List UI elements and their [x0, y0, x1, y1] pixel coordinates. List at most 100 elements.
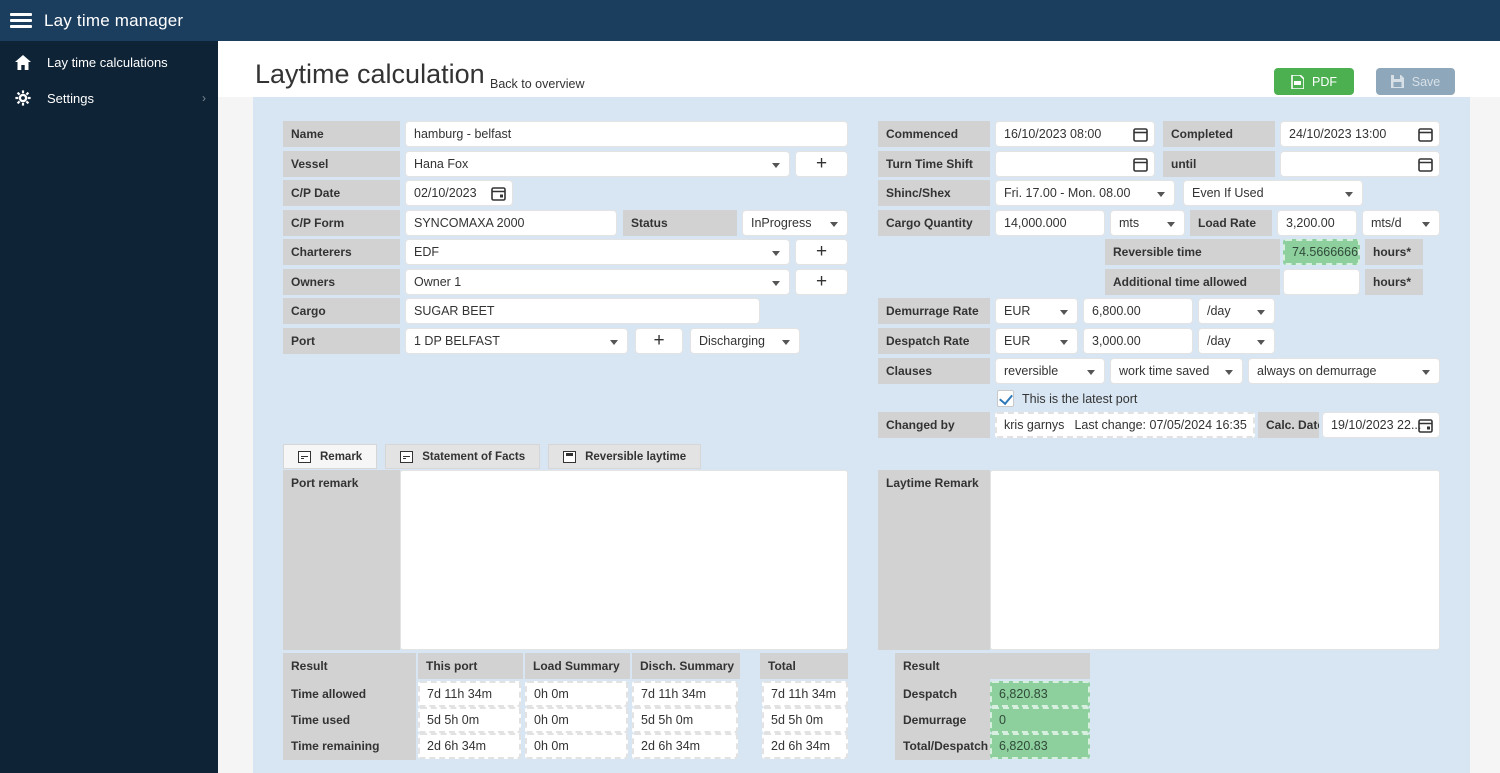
- time-remaining-load: 0h 0m: [525, 733, 628, 759]
- add-charterer-button[interactable]: +: [795, 239, 848, 265]
- latest-port-checkbox[interactable]: [997, 390, 1014, 407]
- cargo-input[interactable]: SUGAR BEET: [405, 298, 760, 324]
- changed-by-value: kris garnys Last change: 07/05/2024 16:3…: [995, 412, 1255, 438]
- shinc-shex-select[interactable]: Fri. 17.00 - Mon. 08.00: [995, 180, 1175, 206]
- time-used-load: 0h 0m: [525, 707, 628, 733]
- home-icon: [14, 53, 32, 71]
- app-root: Lay time manager Lay time calculations S…: [0, 0, 1500, 773]
- save-floppy-icon: [1390, 75, 1404, 88]
- reversible-time-unit: hours*: [1365, 239, 1423, 265]
- plus-icon: +: [815, 153, 828, 174]
- page-title: Laytime calculation: [255, 59, 485, 89]
- cargo-quantity-input[interactable]: 14,000.000: [995, 210, 1105, 236]
- vessel-select[interactable]: Hana Fox: [405, 151, 790, 177]
- cargo-quantity-unit-select[interactable]: mts: [1110, 210, 1185, 236]
- col-total: Total: [760, 653, 848, 679]
- cp-date-label: C/P Date: [283, 180, 400, 206]
- until-input[interactable]: [1280, 151, 1440, 177]
- vessel-label: Vessel: [283, 151, 400, 177]
- latest-port-row: This is the latest port: [997, 390, 1137, 407]
- sidebar-item-settings[interactable]: Settings ›: [0, 83, 218, 113]
- clauses-worktime-select[interactable]: work time saved: [1110, 358, 1243, 384]
- back-to-overview-link[interactable]: Back to overview: [490, 77, 584, 91]
- reversible-time-value: 74.56666666: [1283, 239, 1360, 265]
- demurrage-result: 0: [990, 707, 1090, 733]
- demurrage-rate-input[interactable]: 6,800.00: [1083, 298, 1193, 324]
- calc-date-input[interactable]: 19/10/2023 22...: [1322, 412, 1440, 438]
- status-select[interactable]: InProgress: [742, 210, 848, 236]
- owners-label: Owners: [283, 269, 400, 295]
- row-label: Time remaining: [291, 739, 380, 753]
- remark-tab-icon: [298, 450, 311, 463]
- despatch-rate-input[interactable]: 3,000.00: [1083, 328, 1193, 354]
- latest-port-label: This is the latest port: [1022, 391, 1138, 406]
- shinc-shex-label: Shinc/Shex: [878, 180, 990, 206]
- sidebar-item-label: Settings: [47, 90, 94, 106]
- additional-time-unit: hours*: [1365, 269, 1423, 295]
- add-vessel-button[interactable]: +: [795, 151, 848, 177]
- owners-select[interactable]: Owner 1: [405, 269, 790, 295]
- calendar-icon[interactable]: [491, 186, 506, 201]
- name-label: Name: [283, 121, 400, 147]
- plus-icon: +: [653, 330, 665, 351]
- reversible-time-label: Reversible time: [1105, 239, 1280, 265]
- time-allowed-disch: 7d 11h 34m: [632, 681, 738, 707]
- cp-form-label: C/P Form: [283, 210, 400, 236]
- calendar-icon[interactable]: [1133, 157, 1148, 172]
- even-if-used-select[interactable]: Even If Used: [1183, 180, 1363, 206]
- despatch-currency-select[interactable]: EUR: [995, 328, 1078, 354]
- plus-icon: +: [815, 241, 828, 262]
- gear-icon: [14, 89, 32, 107]
- tab-remark[interactable]: Remark: [283, 444, 378, 469]
- calendar-icon[interactable]: [1418, 418, 1433, 433]
- completed-input[interactable]: 24/10/2023 13:00: [1280, 121, 1440, 147]
- time-remaining-this-port: 2d 6h 34m: [418, 733, 521, 759]
- additional-time-input[interactable]: [1283, 269, 1360, 295]
- calendar-icon[interactable]: [1418, 127, 1433, 142]
- page-header: Laytime calculation Back to overview PDF…: [218, 41, 1500, 97]
- status-label: Status: [623, 210, 737, 236]
- clauses-demurrage-select[interactable]: always on demurrage: [1248, 358, 1440, 384]
- row-label: Time allowed: [291, 687, 367, 701]
- remark-tabs: Remark Statement of Facts Reversible lay…: [283, 444, 702, 469]
- charterers-select[interactable]: EDF: [405, 239, 790, 265]
- calendar-icon[interactable]: [1418, 157, 1433, 172]
- time-used-total: 5d 5h 0m: [762, 707, 848, 733]
- load-rate-unit-select[interactable]: mts/d: [1362, 210, 1440, 236]
- time-allowed-load: 0h 0m: [525, 681, 628, 707]
- turn-time-shift-input[interactable]: [995, 151, 1155, 177]
- calendar-icon[interactable]: [1133, 127, 1148, 142]
- cp-form-input[interactable]: SYNCOMAXA 2000: [405, 210, 617, 236]
- tab-statement-of-facts[interactable]: Statement of Facts: [385, 444, 541, 469]
- row-label: Despatch: [903, 687, 958, 701]
- top-navbar: Lay time manager: [0, 0, 1500, 41]
- port-select[interactable]: 1 DP BELFAST: [405, 328, 628, 354]
- results-right-title: Result: [895, 653, 1090, 679]
- sidebar-item-label: Lay time calculations: [47, 54, 168, 70]
- row-label: Demurrage: [903, 713, 967, 727]
- sidebar: Lay time calculations Settings ›: [0, 41, 218, 773]
- row-label: Total/Despatch: [903, 739, 989, 753]
- name-input[interactable]: hamburg - belfast: [405, 121, 848, 147]
- cp-date-input[interactable]: 02/10/2023: [405, 180, 513, 206]
- save-button[interactable]: Save: [1376, 68, 1455, 95]
- charterers-label: Charterers: [283, 239, 400, 265]
- load-rate-label: Load Rate: [1190, 210, 1272, 236]
- laytime-remark-textarea[interactable]: [990, 470, 1440, 650]
- time-allowed-this-port: 7d 11h 34m: [418, 681, 521, 707]
- total-despatch-result: 6,820.83: [990, 733, 1090, 759]
- tab-reversible-laytime[interactable]: Reversible laytime: [548, 444, 702, 469]
- demurrage-currency-select[interactable]: EUR: [995, 298, 1078, 324]
- pdf-button[interactable]: PDF: [1274, 68, 1354, 95]
- port-mode-select[interactable]: Discharging: [690, 328, 800, 354]
- commenced-input[interactable]: 16/10/2023 08:00: [995, 121, 1155, 147]
- clauses-reversible-select[interactable]: reversible: [995, 358, 1105, 384]
- add-port-button[interactable]: +: [635, 328, 683, 354]
- hamburger-menu-icon[interactable]: [10, 13, 32, 28]
- despatch-per-select[interactable]: /day: [1198, 328, 1275, 354]
- load-rate-input[interactable]: 3,200.00: [1277, 210, 1357, 236]
- add-owner-button[interactable]: +: [795, 269, 848, 295]
- port-remark-textarea[interactable]: [400, 470, 848, 650]
- sidebar-item-laytime-calculations[interactable]: Lay time calculations: [0, 47, 218, 77]
- demurrage-per-select[interactable]: /day: [1198, 298, 1275, 324]
